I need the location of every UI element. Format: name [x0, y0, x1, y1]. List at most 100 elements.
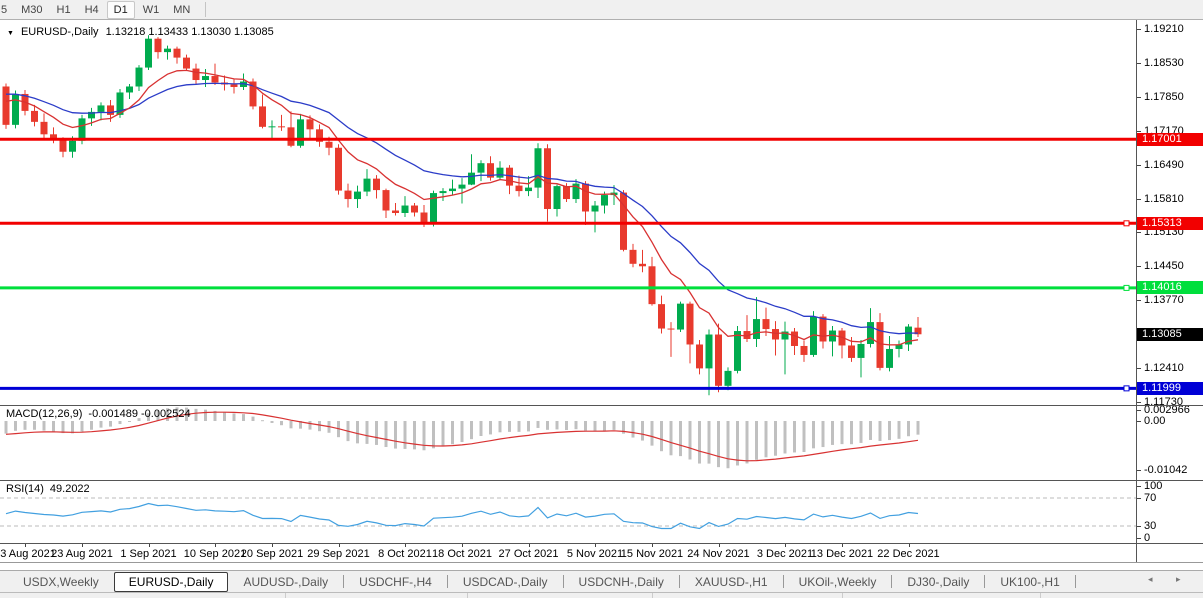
macd-bar	[223, 412, 226, 421]
date-tick	[785, 544, 786, 547]
candle-body	[287, 127, 295, 146]
macd-bar	[755, 421, 758, 460]
macd-bar	[859, 421, 863, 443]
chart-tab-usdcaddaily[interactable]: USDCAD-,Daily	[448, 572, 563, 592]
axis-tick	[1137, 198, 1141, 200]
price-chart-canvas[interactable]	[0, 20, 1203, 563]
date-tick	[338, 544, 340, 547]
status-divider	[285, 593, 286, 598]
timeframe-button-w1[interactable]: W1	[137, 2, 166, 18]
candle-body	[677, 303, 684, 330]
macd-bar	[907, 421, 910, 437]
candle-body	[886, 348, 893, 368]
chart-tab-uk100h1[interactable]: UK100-,H1	[985, 572, 1074, 592]
macd-bar	[536, 421, 540, 428]
line-handle[interactable]	[1123, 385, 1130, 392]
candle-body	[515, 185, 523, 192]
chart-tab-eurusddaily[interactable]: EURUSD-,Daily	[113, 571, 229, 592]
macd-bar	[916, 421, 920, 435]
timeframe-button-h4[interactable]: H4	[79, 2, 105, 18]
tab-scroll-right-icon[interactable]: ▸	[1176, 574, 1181, 585]
candle-body	[2, 86, 10, 125]
chart-tab-usdchfh4[interactable]: USDCHF-,H4	[344, 572, 447, 592]
date-tick	[82, 544, 83, 547]
macd-tick-label: 0.00	[1144, 415, 1166, 427]
candle-body	[363, 178, 371, 192]
chart-tab-usdcnhdaily[interactable]: USDCNH-,Daily	[564, 572, 679, 592]
candle-body	[278, 126, 285, 128]
symbol-dropdown-icon[interactable]: ▼	[7, 30, 14, 37]
timeframe-button-h1[interactable]: H1	[51, 2, 77, 18]
candle-body	[325, 141, 333, 148]
macd-bar	[726, 421, 730, 469]
candle-body	[173, 48, 181, 58]
macd-bar	[660, 421, 663, 452]
timeframe-button-mn[interactable]: MN	[167, 2, 196, 18]
axis-tick	[1137, 470, 1141, 471]
candle-body	[582, 183, 589, 212]
chart-tab-bar: USDX,Weekly EURUSD-,Daily AUDUSD-,Daily USD…	[0, 570, 1203, 592]
macd-bar	[489, 421, 492, 435]
tab-divider	[1074, 575, 1076, 588]
candle-body	[192, 68, 200, 81]
chart-window[interactable]: ▼ EURUSD-,Daily 1.13218 1.13433 1.13030 …	[0, 20, 1203, 563]
candle-body	[734, 331, 741, 371]
macd-bar	[774, 421, 777, 456]
timeframe-button-5[interactable]: 5	[0, 2, 13, 18]
chart-tab-ukoilweekly[interactable]: UKOil-,Weekly	[784, 572, 892, 592]
candle-body	[59, 139, 67, 152]
candle-body	[601, 195, 608, 206]
macd-indicator-values: -0.001489 -0.002524	[88, 408, 191, 420]
macd-bar	[375, 421, 378, 445]
chart-tab-usdxweekly[interactable]: USDX,Weekly	[8, 572, 114, 592]
ma-slow-line	[6, 82, 919, 335]
candle-body	[401, 205, 409, 213]
candle-body	[762, 319, 770, 330]
macd-bar	[118, 421, 122, 425]
chart-tab-audusddaily[interactable]: AUDUSD-,Daily	[228, 572, 343, 592]
chart-ohlc-readout: 1.13218 1.13433 1.13030 1.13085	[105, 26, 274, 38]
macd-bar	[612, 421, 616, 430]
macd-pane-separator[interactable]	[0, 405, 1203, 406]
axis-tick	[1137, 486, 1141, 487]
window-gap-strip	[0, 563, 1203, 570]
candle-body	[135, 67, 143, 87]
macd-bar	[33, 421, 36, 430]
macd-bar	[42, 421, 46, 431]
price-tick-label: 1.19210	[1144, 23, 1184, 36]
macd-bar	[109, 421, 112, 427]
axis-tick	[1137, 526, 1141, 527]
macd-bar	[574, 421, 578, 430]
candle-body	[154, 38, 162, 53]
macd-bar	[650, 421, 654, 446]
candle-body	[772, 329, 779, 340]
macd-bar	[432, 421, 435, 449]
macd-bar	[80, 421, 84, 432]
macd-bar	[242, 414, 245, 421]
candle-body	[696, 344, 703, 369]
rsi-pane-separator[interactable]	[0, 480, 1203, 481]
chart-tab-xauusdh1[interactable]: XAUUSD-,H1	[680, 572, 783, 592]
macd-bar	[460, 421, 464, 443]
tab-scroll-left-icon[interactable]: ◂	[1148, 574, 1153, 585]
candle-body	[867, 322, 874, 344]
chart-tab-dj30daily[interactable]: DJ30-,Daily	[892, 572, 984, 592]
timeframe-button-m30[interactable]: M30	[15, 2, 48, 18]
axis-tick	[1137, 96, 1141, 98]
status-divider	[652, 593, 653, 598]
candle-body	[411, 205, 418, 213]
candle-body	[126, 86, 133, 93]
ma-fast-line	[5, 69, 919, 346]
macd-bar	[517, 421, 521, 432]
macd-bar	[384, 421, 388, 448]
macd-bar	[897, 421, 901, 439]
line-handle[interactable]	[1123, 284, 1130, 291]
macd-panel-label: MACD(12,26,9) -0.001489 -0.002524	[6, 408, 191, 420]
level-price-tag-1.17001: 1.17001	[1137, 132, 1203, 146]
timeframe-button-d1[interactable]: D1	[106, 0, 135, 19]
rsi-panel-label: RSI(14) 49.2022	[6, 483, 90, 495]
price-tick-label: 1.18530	[1144, 57, 1184, 70]
macd-bar	[194, 408, 198, 421]
line-handle[interactable]	[1123, 220, 1130, 227]
macd-bar	[318, 421, 321, 432]
